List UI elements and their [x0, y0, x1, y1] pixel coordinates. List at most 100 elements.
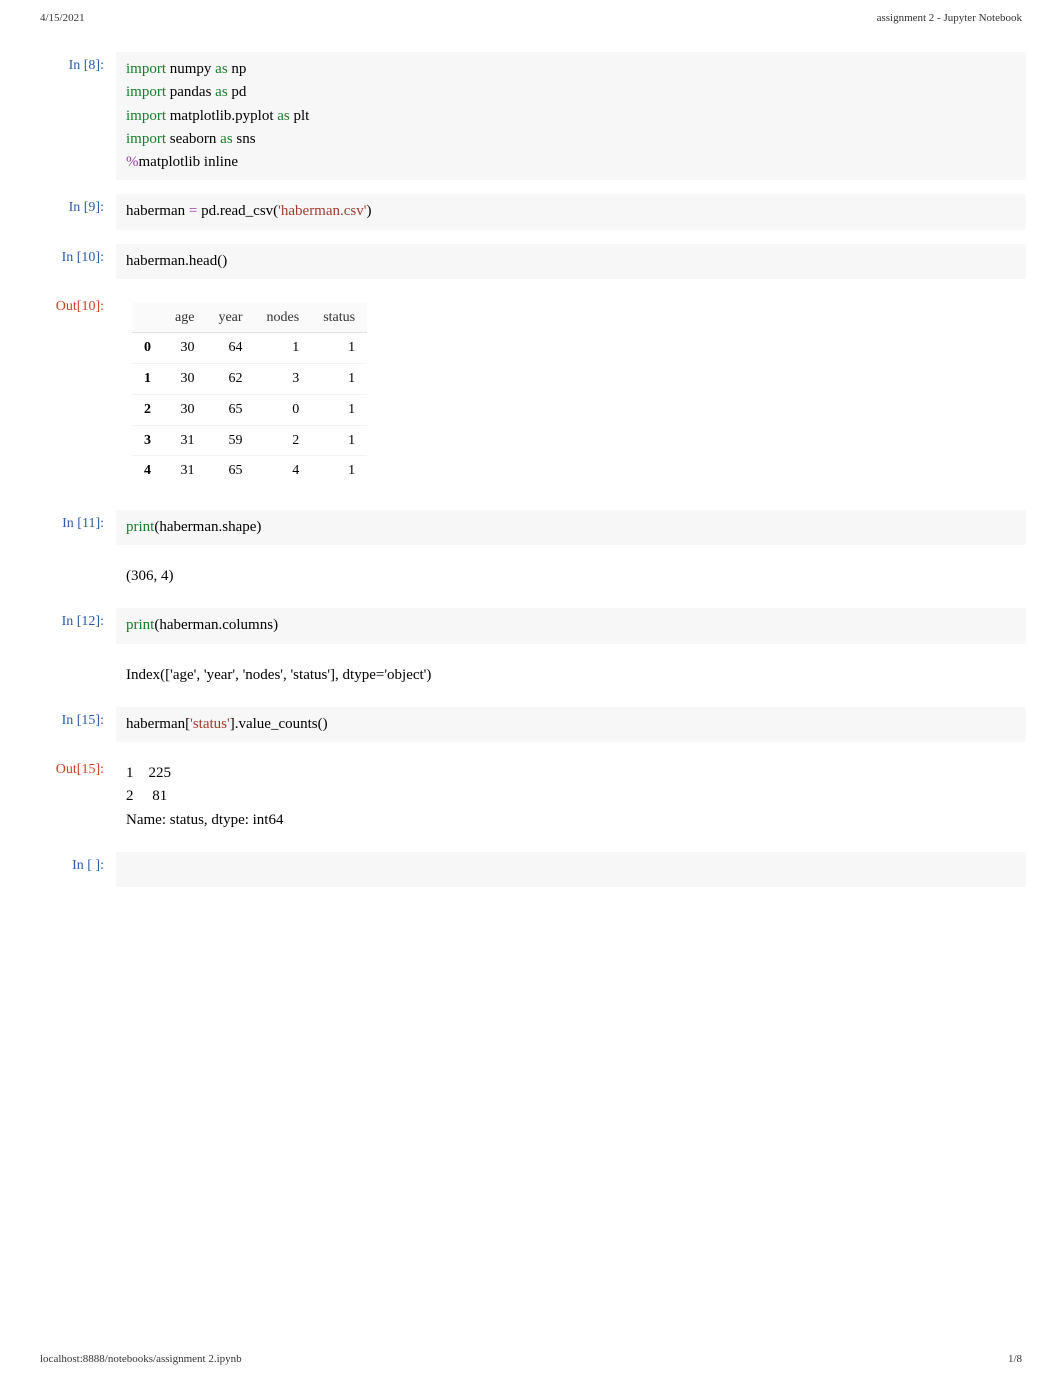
- cell-in-empty: In [ ]:: [36, 852, 1026, 887]
- prompt-in-10: In [10]:: [36, 244, 116, 266]
- table-cell: 59: [206, 425, 254, 456]
- code-token: ): [273, 617, 278, 633]
- table-corner: [132, 303, 163, 333]
- table-cell: 65: [206, 394, 254, 425]
- code-token: as: [277, 108, 293, 124]
- table-cell: 4: [255, 456, 312, 486]
- prompt-out-10: Out[10]:: [36, 293, 116, 315]
- code-token: 'status': [190, 716, 230, 732]
- table-index-cell: 1: [132, 364, 163, 395]
- table-row: 3315921: [132, 425, 367, 456]
- code-token: haberman: [126, 203, 189, 219]
- prompt-empty-12: [36, 658, 116, 664]
- prompt-in-15: In [15]:: [36, 707, 116, 729]
- cell-in-8: In [8]: import numpy as np import pandas …: [36, 52, 1026, 180]
- table-index-cell: 4: [132, 456, 163, 486]
- table-cell: 1: [311, 364, 367, 395]
- code-token: np: [231, 61, 246, 77]
- table-index-cell: 0: [132, 333, 163, 364]
- dataframe-table: ageyearnodesstatus0306411130623123065013…: [132, 303, 367, 486]
- prompt-out-15: Out[15]:: [36, 756, 116, 778]
- code-token: sns: [236, 131, 255, 147]
- table-index-cell: 2: [132, 394, 163, 425]
- table-cell: 30: [163, 364, 206, 395]
- table-cell: 1: [311, 425, 367, 456]
- table-row: 1306231: [132, 364, 367, 395]
- code-token: as: [215, 61, 231, 77]
- code-block-11[interactable]: print(haberman.shape): [116, 510, 1026, 545]
- code-block-9[interactable]: haberman = pd.read_csv('haberman.csv'): [116, 194, 1026, 229]
- table-cell: 1: [311, 394, 367, 425]
- table-cell: 31: [163, 456, 206, 486]
- code-token: haberman.head: [126, 253, 217, 269]
- table-cell: 1: [311, 456, 367, 486]
- cell-in-11: In [11]: print(haberman.shape): [36, 510, 1026, 545]
- page-header: 4/15/2021 assignment 2 - Jupyter Noteboo…: [0, 0, 1062, 32]
- prompt-in-11: In [11]:: [36, 510, 116, 532]
- output-text-11: (306, 4): [116, 559, 1026, 594]
- prompt-empty-11: [36, 559, 116, 565]
- table-cell: 30: [163, 394, 206, 425]
- table-index-cell: 3: [132, 425, 163, 456]
- table-cell: 30: [163, 333, 206, 364]
- table-cell: 62: [206, 364, 254, 395]
- cell-out-10: Out[10]: ageyearnodesstatus0306411130623…: [36, 293, 1026, 496]
- cell-in-9: In [9]: haberman = pd.read_csv('haberman…: [36, 194, 1026, 229]
- code-token: haberman.shape: [159, 519, 256, 535]
- prompt-in-8: In [8]:: [36, 52, 116, 74]
- code-token: import: [126, 131, 170, 147]
- table-cell: 64: [206, 333, 254, 364]
- prompt-in-12: In [12]:: [36, 608, 116, 630]
- table-row: 2306501: [132, 394, 367, 425]
- table-cell: 31: [163, 425, 206, 456]
- cell-in-10: In [10]: haberman.head(): [36, 244, 1026, 279]
- code-block-10[interactable]: haberman.head(): [116, 244, 1026, 279]
- code-token: %: [126, 154, 139, 170]
- code-block-8[interactable]: import numpy as np import pandas as pd imp…: [116, 52, 1026, 180]
- table-header: year: [206, 303, 254, 333]
- header-title: assignment 2 - Jupyter Notebook: [877, 12, 1022, 24]
- table-row: 0306411: [132, 333, 367, 364]
- cell-out-12: Index(['age', 'year', 'nodes', 'status']…: [36, 658, 1026, 693]
- footer-page: 1/8: [1008, 1353, 1022, 1365]
- code-token: haberman[: [126, 716, 190, 732]
- code-token: seaborn: [170, 131, 220, 147]
- table-header: status: [311, 303, 367, 333]
- code-token: ): [256, 519, 261, 535]
- code-token: =: [189, 203, 201, 219]
- table-cell: 1: [255, 333, 312, 364]
- code-token: ].value_counts(): [230, 716, 328, 732]
- code-token: plt: [294, 108, 310, 124]
- table-cell: 0: [255, 394, 312, 425]
- notebook-area: In [8]: import numpy as np import pandas …: [0, 32, 1062, 887]
- code-block-15[interactable]: haberman['status'].value_counts(): [116, 707, 1026, 742]
- code-token: ): [366, 203, 371, 219]
- table-cell: 2: [255, 425, 312, 456]
- code-token: print: [126, 519, 154, 535]
- prompt-in-9: In [9]:: [36, 194, 116, 216]
- code-block-12[interactable]: print(haberman.columns): [116, 608, 1026, 643]
- code-token: (): [217, 253, 227, 269]
- code-token: as: [215, 84, 231, 100]
- code-token: pd: [231, 84, 246, 100]
- code-token: matplotlib inline: [139, 154, 239, 170]
- prompt-in-empty: In [ ]:: [36, 852, 116, 874]
- cell-in-12: In [12]: print(haberman.columns): [36, 608, 1026, 643]
- table-cell: 1: [311, 333, 367, 364]
- page-footer: localhost:8888/notebooks/assignment 2.ip…: [40, 1353, 1022, 1365]
- table-cell: 3: [255, 364, 312, 395]
- code-token: pandas: [170, 84, 215, 100]
- code-token: numpy: [170, 61, 215, 77]
- table-header: age: [163, 303, 206, 333]
- table-row: 4316541: [132, 456, 367, 486]
- output-text-15: 1 225 2 81 Name: status, dtype: int64: [116, 756, 1026, 838]
- code-token: as: [220, 131, 236, 147]
- code-token: import: [126, 61, 170, 77]
- code-token: import: [126, 84, 170, 100]
- output-text-12: Index(['age', 'year', 'nodes', 'status']…: [116, 658, 1026, 693]
- code-token: matplotlib.pyplot: [170, 108, 278, 124]
- table-cell: 65: [206, 456, 254, 486]
- cell-out-11: (306, 4): [36, 559, 1026, 594]
- code-block-empty[interactable]: [116, 852, 1026, 887]
- code-token: print: [126, 617, 154, 633]
